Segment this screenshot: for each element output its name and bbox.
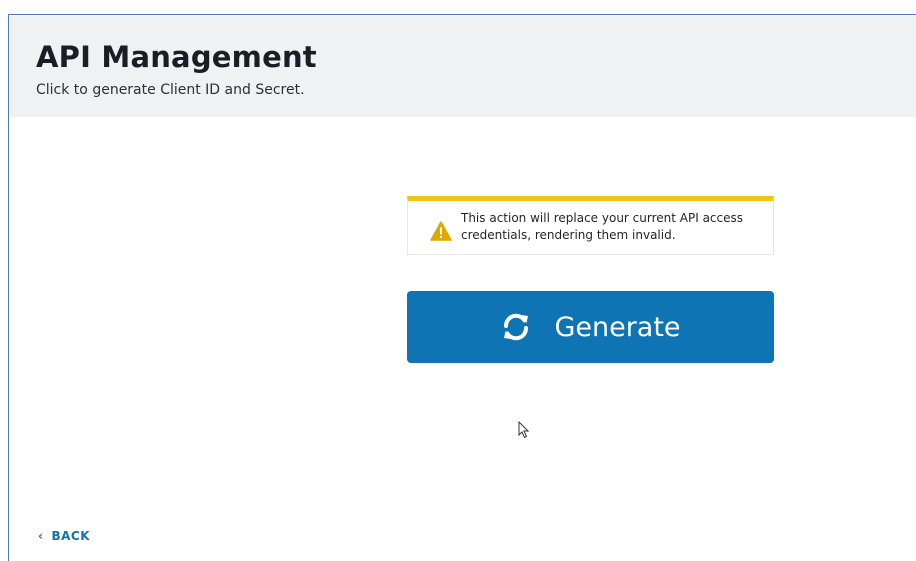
page-subtitle: Click to generate Client ID and Secret. <box>36 82 305 98</box>
warning-alert: This action will replace your current AP… <box>407 196 774 255</box>
warning-triangle-icon <box>430 221 452 241</box>
page-header: API Management Click to generate Client … <box>10 16 916 117</box>
sync-icon <box>504 313 529 341</box>
mouse-pointer-icon <box>518 421 530 439</box>
app-frame: API Management Click to generate Client … <box>8 14 916 561</box>
back-link[interactable]: ‹ BACK <box>38 529 90 543</box>
chevron-left-icon: ‹ <box>38 529 44 543</box>
page-title: API Management <box>36 40 317 74</box>
generate-button-label: Generate <box>554 311 681 343</box>
back-link-label: BACK <box>51 529 90 543</box>
generate-button[interactable]: Generate <box>407 291 774 363</box>
warning-message: This action will replace your current AP… <box>461 211 744 242</box>
